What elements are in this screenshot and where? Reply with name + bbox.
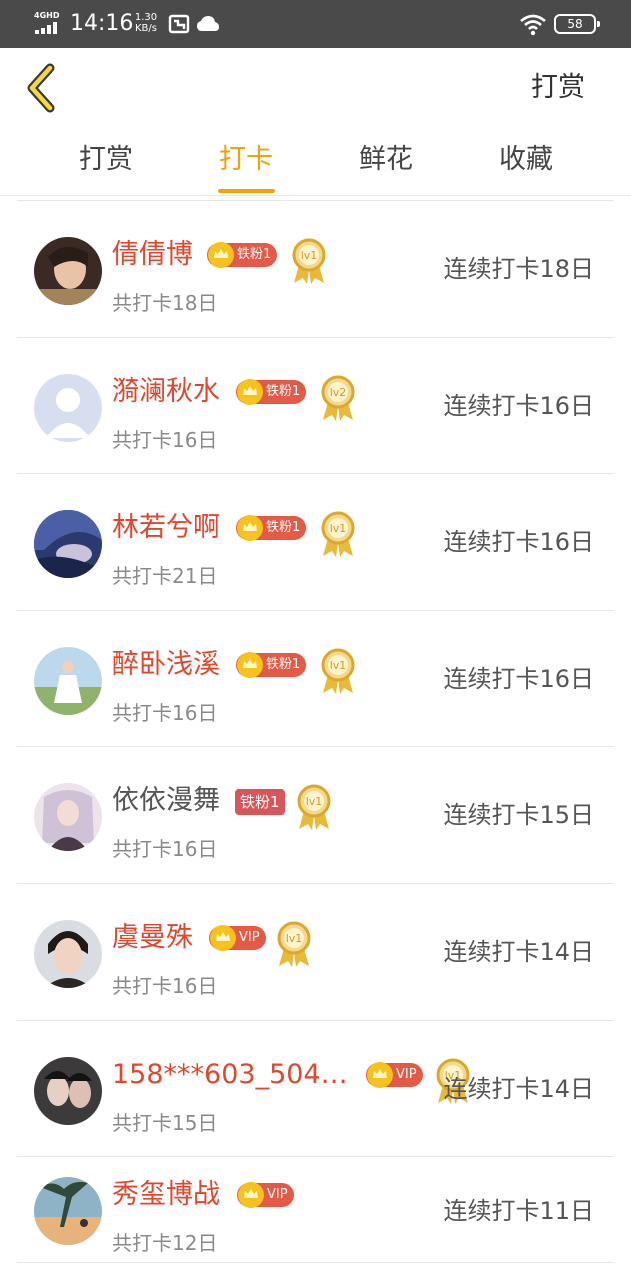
crown-icon bbox=[237, 515, 263, 542]
streak-days: 连续打卡14日 bbox=[443, 937, 594, 966]
user-name[interactable]: 秀玺博战 bbox=[112, 1175, 220, 1215]
crown-icon bbox=[237, 651, 263, 678]
medal-level: lv2 bbox=[330, 386, 347, 399]
tab-checkin[interactable]: 打卡 bbox=[186, 140, 306, 180]
network-type: 4GHD bbox=[34, 11, 60, 20]
avatar[interactable] bbox=[34, 237, 102, 305]
medal-level: lv1 bbox=[306, 795, 323, 808]
user-name[interactable]: 倩倩博 bbox=[112, 235, 193, 275]
streak-days: 连续打卡16日 bbox=[443, 664, 594, 693]
list-item[interactable]: 倩倩博 铁粉1 lv1 共打卡18日 连续打卡18日 bbox=[17, 201, 614, 338]
crown-icon bbox=[210, 924, 236, 951]
status-time: 14:16 bbox=[70, 11, 134, 36]
avatar[interactable] bbox=[34, 373, 102, 442]
list-item[interactable]: 158***603_504… VIP lv1 共打卡15日 连续打卡14日 bbox=[17, 1021, 614, 1158]
medal-icon: lv1 bbox=[292, 238, 326, 284]
avatar[interactable] bbox=[34, 783, 102, 852]
medal-icon: lv2 bbox=[321, 375, 355, 421]
user-name[interactable]: 漪澜秋水 bbox=[112, 372, 220, 412]
fan-badge: VIP bbox=[237, 1182, 294, 1209]
medal-icon: lv1 bbox=[277, 921, 311, 967]
network-speed: 1.30 KB/s bbox=[132, 12, 160, 34]
reward-button[interactable]: 打赏 bbox=[531, 70, 585, 106]
fan-badge-label: VIP bbox=[239, 929, 260, 945]
list-item[interactable]: 林若兮啊 铁粉1 lv1 共打卡21日 连续打卡16日 bbox=[17, 474, 614, 611]
fan-badge: VIP bbox=[366, 1061, 423, 1088]
avatar[interactable] bbox=[34, 646, 102, 715]
fan-badge: 铁粉1 bbox=[235, 789, 285, 816]
medal-icon: lv1 bbox=[321, 648, 355, 694]
streak-days: 连续打卡16日 bbox=[443, 528, 594, 557]
user-name[interactable]: 依依漫舞 bbox=[112, 781, 220, 821]
avatar[interactable] bbox=[34, 1177, 102, 1246]
battery-indicator: 58 bbox=[554, 14, 600, 34]
list-item[interactable]: 虞曼殊 VIP lv1 共打卡16日 连续打卡14日 bbox=[17, 884, 614, 1021]
fan-badge: 铁粉1 bbox=[207, 242, 278, 268]
user-name[interactable]: 林若兮啊 bbox=[112, 508, 220, 548]
notification-app-icon bbox=[168, 14, 190, 34]
crown-icon bbox=[238, 1182, 264, 1209]
fan-badge-label: 铁粉1 bbox=[266, 656, 301, 672]
speed-unit: KB/s bbox=[135, 23, 157, 34]
fan-badge: 铁粉1 bbox=[236, 651, 307, 678]
user-name[interactable]: 醉卧浅溪 bbox=[112, 645, 220, 685]
total-checkins: 共打卡16日 bbox=[112, 700, 218, 725]
speed-value: 1.30 bbox=[134, 12, 158, 23]
total-checkins: 共打卡15日 bbox=[112, 1110, 218, 1135]
tab-reward[interactable]: 打赏 bbox=[46, 140, 166, 180]
list-item[interactable]: 依依漫舞 铁粉1 lv1 共打卡16日 连续打卡15日 bbox=[17, 747, 614, 884]
fan-badge: 铁粉1 bbox=[236, 515, 307, 542]
total-checkins: 共打卡16日 bbox=[112, 837, 218, 862]
fan-badge-label: 铁粉1 bbox=[237, 247, 272, 262]
crown-icon bbox=[208, 242, 234, 268]
medal-level: lv1 bbox=[301, 249, 318, 262]
list-item[interactable]: 漪澜秋水 铁粉1 lv2 共打卡16日 连续打卡16日 bbox=[17, 338, 614, 475]
medal-level: lv1 bbox=[330, 659, 347, 672]
avatar[interactable] bbox=[34, 919, 102, 988]
list-item[interactable]: 秀玺博战 VIP 共打卡12日 连续打卡11日 bbox=[17, 1157, 614, 1264]
tab-bar: 打赏 打卡 鲜花 收藏 bbox=[0, 140, 631, 196]
fan-badge-label: VIP bbox=[267, 1187, 288, 1203]
tab-flowers[interactable]: 鲜花 bbox=[326, 140, 446, 180]
status-bar: 4GHD 14:16 1.30 KB/s 58 bbox=[0, 0, 631, 48]
user-name[interactable]: 虞曼殊 bbox=[112, 918, 193, 958]
total-checkins: 共打卡21日 bbox=[112, 564, 218, 589]
medal-level: lv1 bbox=[286, 932, 303, 945]
fan-badge: VIP bbox=[209, 924, 266, 951]
avatar[interactable] bbox=[34, 1056, 102, 1125]
checkin-list: 倩倩博 铁粉1 lv1 共打卡18日 连续打卡18日 漪澜秋水 铁粉1 lv2 … bbox=[17, 200, 614, 1264]
user-name[interactable]: 158***603_504… bbox=[112, 1055, 348, 1095]
fan-badge-label: 铁粉1 bbox=[266, 520, 301, 536]
wifi-icon bbox=[520, 14, 546, 36]
total-checkins: 共打卡12日 bbox=[112, 1231, 218, 1256]
chevron-left-icon[interactable] bbox=[20, 62, 64, 114]
streak-days: 连续打卡15日 bbox=[443, 801, 594, 830]
total-checkins: 共打卡18日 bbox=[112, 291, 218, 315]
avatar[interactable] bbox=[34, 510, 102, 579]
header: 打赏 打赏 打卡 鲜花 收藏 bbox=[0, 48, 631, 196]
streak-days: 连续打卡16日 bbox=[443, 391, 594, 420]
crown-icon bbox=[237, 378, 263, 405]
streak-days: 连续打卡11日 bbox=[443, 1197, 594, 1226]
medal-level: lv1 bbox=[330, 522, 347, 535]
fan-badge-label: 铁粉1 bbox=[266, 383, 301, 399]
cellular-signal-icon: 4GHD bbox=[34, 12, 64, 34]
active-tab-indicator bbox=[218, 189, 275, 193]
medal-icon: lv1 bbox=[321, 511, 355, 558]
tab-favorites[interactable]: 收藏 bbox=[466, 140, 586, 180]
total-checkins: 共打卡16日 bbox=[112, 973, 218, 998]
cloud-icon bbox=[197, 16, 219, 31]
total-checkins: 共打卡16日 bbox=[112, 427, 218, 452]
medal-icon: lv1 bbox=[297, 784, 331, 831]
crown-icon bbox=[367, 1061, 393, 1088]
fan-badge: 铁粉1 bbox=[236, 378, 307, 405]
fan-badge-label: VIP bbox=[396, 1066, 417, 1082]
streak-days: 连续打卡18日 bbox=[443, 255, 594, 283]
list-item[interactable]: 醉卧浅溪 铁粉1 lv1 共打卡16日 连续打卡16日 bbox=[17, 611, 614, 748]
streak-days: 连续打卡14日 bbox=[443, 1074, 594, 1103]
